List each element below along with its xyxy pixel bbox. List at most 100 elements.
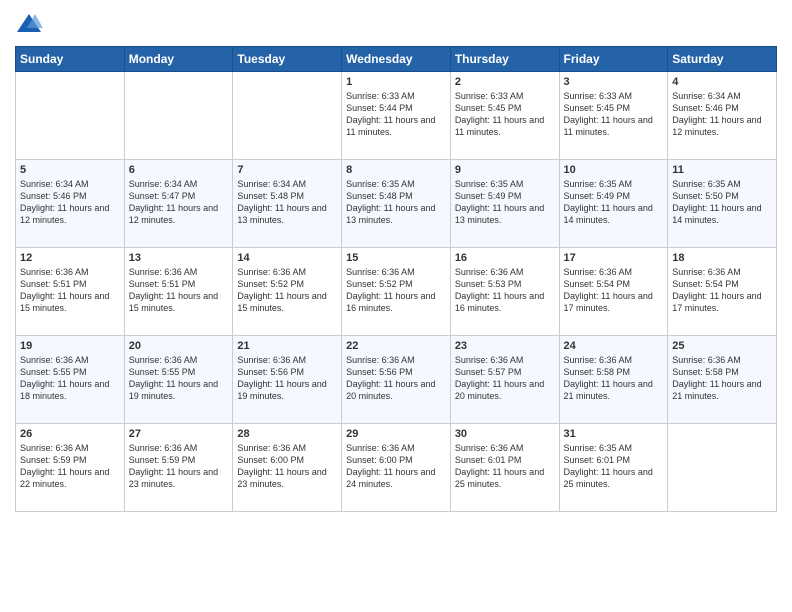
cell-line: Sunrise: 6:36 AM — [129, 266, 229, 278]
cell-line: Sunset: 6:01 PM — [564, 454, 664, 466]
calendar-cell: 27Sunrise: 6:36 AMSunset: 5:59 PMDayligh… — [124, 424, 233, 512]
cell-content: Sunrise: 6:36 AMSunset: 5:51 PMDaylight:… — [20, 266, 120, 315]
cell-line: Sunset: 5:52 PM — [346, 278, 446, 290]
cell-line: Sunset: 5:51 PM — [129, 278, 229, 290]
cell-line: Sunrise: 6:34 AM — [20, 178, 120, 190]
day-number: 25 — [672, 340, 772, 352]
calendar-cell: 21 Sunrise: 6:36 AMSunset: 5:56 PMDayligh… — [233, 336, 342, 424]
cell-line: Sunrise: 6:36 AM — [672, 354, 772, 366]
day-number: 11 — [672, 164, 772, 176]
cell-line: Daylight: 11 hours and 11 minutes. — [564, 114, 664, 138]
calendar-header-tuesday: Tuesday — [233, 47, 342, 72]
day-number: 13 — [129, 252, 229, 264]
day-number: 7 — [237, 164, 337, 176]
cell-line: Sunrise: 6:36 AM — [20, 442, 120, 454]
cell-content: Sunrise: 6:33 AMSunset: 5:45 PMDaylight:… — [564, 90, 664, 139]
cell-content: Sunrise: 6:36 AMSunset: 5:54 PMDaylight:… — [564, 266, 664, 315]
page: SundayMondayTuesdayWednesdayThursdayFrid… — [0, 0, 792, 612]
calendar-cell: 30 Sunrise: 6:36 AMSunset: 6:01 PMDayligh… — [450, 424, 559, 512]
cell-line: Sunrise: 6:36 AM — [564, 354, 664, 366]
day-number: 22 — [346, 340, 446, 352]
cell-content: Sunrise: 6:34 AMSunset: 5:48 PMDaylight:… — [237, 178, 337, 227]
cell-line: Daylight: 11 hours and 16 minutes. — [346, 290, 446, 314]
cell-line: Sunrise: 6:35 AM — [672, 178, 772, 190]
cell-line: Sunrise: 6:36 AM — [20, 266, 120, 278]
calendar-cell: 7 Sunrise: 6:34 AMSunset: 5:48 PMDaylight… — [233, 160, 342, 248]
cell-line: Sunrise: 6:35 AM — [564, 178, 664, 190]
cell-line: Daylight: 11 hours and 21 minutes. — [672, 378, 772, 402]
header — [15, 10, 777, 38]
cell-line: Daylight: 11 hours and 20 minutes. — [455, 378, 555, 402]
cell-line: Sunset: 5:54 PM — [564, 278, 664, 290]
cell-line: Sunrise: 6:36 AM — [237, 442, 337, 454]
calendar-cell: 25Sunrise: 6:36 AMSunset: 5:58 PMDayligh… — [668, 336, 777, 424]
calendar-cell: 24Sunrise: 6:36 AMSunset: 5:58 PMDayligh… — [559, 336, 668, 424]
day-number: 20 — [129, 340, 229, 352]
calendar-cell: 1Sunrise: 6:33 AMSunset: 5:44 PMDaylight… — [342, 72, 451, 160]
day-number: 12 — [20, 252, 120, 264]
cell-line: Sunrise: 6:36 AM — [129, 442, 229, 454]
cell-line: Sunset: 5:49 PM — [564, 190, 664, 202]
day-number: 10 — [564, 164, 664, 176]
cell-line: Sunset: 5:48 PM — [346, 190, 446, 202]
cell-line: Daylight: 11 hours and 24 minutes. — [346, 466, 446, 490]
cell-line: Sunset: 5:59 PM — [20, 454, 120, 466]
cell-line: Sunset: 5:54 PM — [672, 278, 772, 290]
cell-line: Daylight: 11 hours and 25 minutes. — [564, 466, 664, 490]
calendar-cell: 9Sunrise: 6:35 AMSunset: 5:49 PMDaylight… — [450, 160, 559, 248]
calendar-cell: 14Sunrise: 6:36 AMSunset: 5:52 PMDayligh… — [233, 248, 342, 336]
calendar-header-sunday: Sunday — [16, 47, 125, 72]
cell-content: Sunrise: 6:35 AMSunset: 5:49 PMDaylight:… — [564, 178, 664, 227]
calendar-cell: 17Sunrise: 6:36 AMSunset: 5:54 PMDayligh… — [559, 248, 668, 336]
calendar-header-monday: Monday — [124, 47, 233, 72]
calendar-cell: 11 Sunrise: 6:35 AMSunset: 5:50 PMDayligh… — [668, 160, 777, 248]
cell-line: Sunset: 5:46 PM — [672, 102, 772, 114]
cell-line: Daylight: 11 hours and 16 minutes. — [455, 290, 555, 314]
cell-line: Sunset: 5:45 PM — [455, 102, 555, 114]
cell-line: Daylight: 11 hours and 18 minutes. — [20, 378, 120, 402]
cell-content: Sunrise: 6:36 AMSunset: 5:59 PMDaylight:… — [20, 442, 120, 491]
cell-line: Daylight: 11 hours and 15 minutes. — [129, 290, 229, 314]
cell-line: Sunset: 5:46 PM — [20, 190, 120, 202]
calendar-cell: 13 Sunrise: 6:36 AMSunset: 5:51 PMDayligh… — [124, 248, 233, 336]
cell-line: Daylight: 11 hours and 15 minutes. — [237, 290, 337, 314]
calendar-cell: 2Sunrise: 6:33 AMSunset: 5:45 PMDaylight… — [450, 72, 559, 160]
day-number: 21 — [237, 340, 337, 352]
cell-line: Sunset: 5:55 PM — [20, 366, 120, 378]
cell-line: Daylight: 11 hours and 13 minutes. — [455, 202, 555, 226]
calendar-cell: 28Sunrise: 6:36 AMSunset: 6:00 PMDayligh… — [233, 424, 342, 512]
cell-line: Daylight: 11 hours and 17 minutes. — [564, 290, 664, 314]
cell-line: Sunrise: 6:36 AM — [455, 266, 555, 278]
cell-content: Sunrise: 6:36 AMSunset: 6:01 PMDaylight:… — [455, 442, 555, 491]
cell-content: Sunrise: 6:36 AMSunset: 5:56 PMDaylight:… — [346, 354, 446, 403]
cell-content: Sunrise: 6:36 AMSunset: 5:57 PMDaylight:… — [455, 354, 555, 403]
cell-line: Sunset: 5:48 PM — [237, 190, 337, 202]
calendar-header-wednesday: Wednesday — [342, 47, 451, 72]
day-number: 8 — [346, 164, 446, 176]
calendar-week-row: 1Sunrise: 6:33 AMSunset: 5:44 PMDaylight… — [16, 72, 777, 160]
day-number: 1 — [346, 76, 446, 88]
day-number: 30 — [455, 428, 555, 440]
calendar-cell: 4Sunrise: 6:34 AMSunset: 5:46 PMDaylight… — [668, 72, 777, 160]
cell-line: Daylight: 11 hours and 12 minutes. — [20, 202, 120, 226]
cell-line: Sunset: 5:52 PM — [237, 278, 337, 290]
cell-content: Sunrise: 6:36 AMSunset: 5:56 PMDaylight:… — [237, 354, 337, 403]
cell-line: Sunrise: 6:36 AM — [129, 354, 229, 366]
cell-content: Sunrise: 6:36 AMSunset: 5:52 PMDaylight:… — [346, 266, 446, 315]
cell-line: Sunset: 5:56 PM — [237, 366, 337, 378]
cell-line: Sunset: 5:47 PM — [129, 190, 229, 202]
cell-line: Sunset: 6:00 PM — [346, 454, 446, 466]
cell-line: Sunset: 5:59 PM — [129, 454, 229, 466]
cell-line: Sunrise: 6:36 AM — [237, 266, 337, 278]
day-number: 4 — [672, 76, 772, 88]
cell-content: Sunrise: 6:34 AMSunset: 5:47 PMDaylight:… — [129, 178, 229, 227]
cell-line: Daylight: 11 hours and 19 minutes. — [129, 378, 229, 402]
cell-content: Sunrise: 6:35 AMSunset: 5:50 PMDaylight:… — [672, 178, 772, 227]
cell-line: Sunset: 5:55 PM — [129, 366, 229, 378]
cell-line: Sunrise: 6:36 AM — [346, 354, 446, 366]
logo — [15, 10, 47, 38]
calendar-cell: 31Sunrise: 6:35 AMSunset: 6:01 PMDayligh… — [559, 424, 668, 512]
calendar-week-row: 12Sunrise: 6:36 AMSunset: 5:51 PMDayligh… — [16, 248, 777, 336]
cell-content: Sunrise: 6:36 AMSunset: 5:58 PMDaylight:… — [564, 354, 664, 403]
calendar-cell — [16, 72, 125, 160]
